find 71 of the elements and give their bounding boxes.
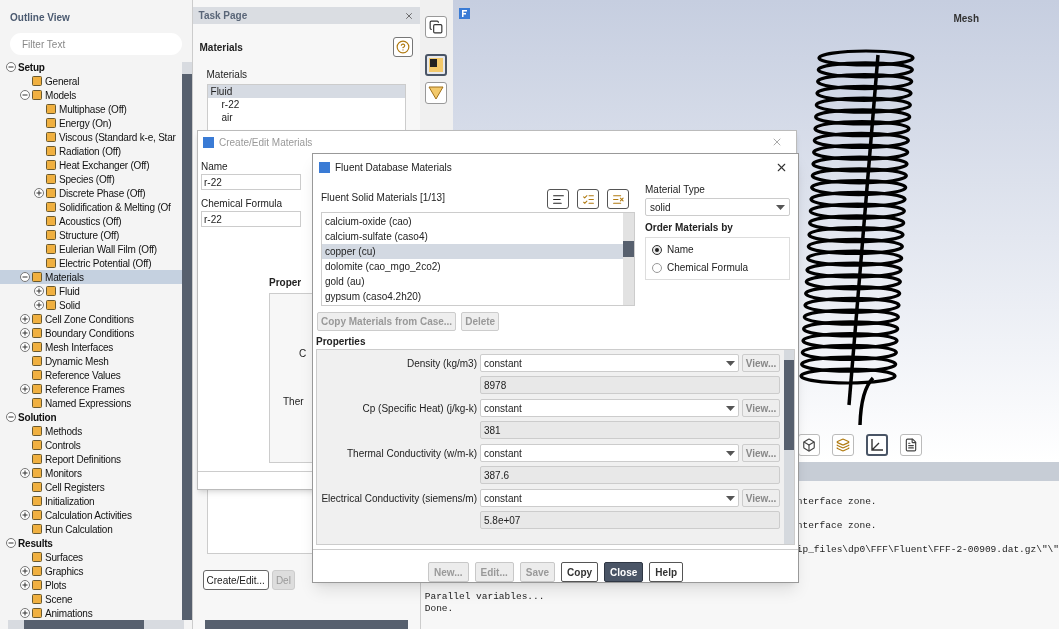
tree-label: Dynamic Mesh (45, 354, 109, 369)
property-value: 8978 (480, 376, 780, 395)
tree-label: Eulerian Wall Film (Off) (59, 242, 157, 257)
option-label: Chemical Formula (667, 261, 749, 276)
property-value: 5.8e+07 (480, 511, 780, 530)
tree-label: Electric Potential (Off) (59, 256, 152, 271)
tree-label: Materials (45, 270, 84, 285)
tree-label: Multiphase (Off) (59, 102, 127, 117)
tree-label: Acoustics (Off) (59, 214, 122, 229)
tree-label: Species (Off) (59, 172, 115, 187)
tree-label: Energy (On) (59, 116, 112, 131)
tree-label: Calculation Activities (45, 508, 132, 523)
tree-label: Animations (45, 606, 93, 620)
tree-label: Methods (45, 424, 82, 439)
tree-label: Radiation (Off) (59, 144, 121, 159)
tree-label: Fluid (59, 284, 80, 299)
property-label: Thermal Conductivity (w/m-k) (345, 446, 477, 461)
tree-label: Report Definitions (45, 452, 121, 467)
task-heading: Materials (199, 40, 243, 55)
tree-label: Solution (18, 410, 57, 425)
dialog-title: Fluent Database Materials (335, 161, 453, 176)
console-line: nterface zone. (796, 520, 877, 532)
field-label: Materials (205, 68, 249, 82)
viewport-title: Mesh (953, 12, 979, 26)
section-heading: Proper (269, 277, 302, 288)
panel-title: Outline View (9, 11, 71, 25)
tree-label: Solid (59, 298, 81, 313)
field-label: Chemical Formula (201, 197, 283, 211)
section-heading: Order Materials by (645, 221, 734, 236)
field-label: Material Type (645, 183, 706, 198)
dialog-title: Create/Edit Materials (219, 135, 314, 150)
tree-label: Reference Values (45, 368, 121, 383)
property-value: 387.6 (480, 466, 780, 485)
tree-label: Initialization (45, 494, 95, 509)
tree-label: Plots (45, 578, 67, 593)
tree-label: Named Expressions (45, 396, 132, 411)
tree-label: Results (18, 536, 53, 551)
tree-label: Surfaces (45, 550, 83, 565)
list-label: Fluent Solid Materials [1/13] (321, 191, 445, 206)
tree-label: Heat Exchanger (Off) (59, 158, 150, 173)
property-label: Density (kg/m3) (406, 356, 477, 371)
tree-label: Graphics (45, 564, 84, 579)
tree-label: Monitors (45, 466, 82, 481)
option-label: Name (667, 243, 694, 258)
tree-label: Reference Frames (45, 382, 125, 397)
tree-label: Discrete Phase (Off) (59, 186, 146, 201)
tree-label: General (45, 74, 80, 89)
tree-label: Setup (18, 60, 45, 75)
console-line: ip_files\dp0\FFF\Fluent\FFF-2-00909.dat.gz\"\" (796, 544, 1059, 556)
tree-label: Viscous (Standard k-e, Star (59, 130, 176, 145)
console-line: nterface zone. (796, 496, 877, 508)
tree-label: Mesh Interfaces (45, 340, 114, 355)
property-label: Ther (283, 395, 304, 409)
tree-label: Scene (45, 592, 73, 607)
section-heading: Properties (315, 335, 367, 350)
tree-label: Cell Registers (45, 480, 105, 495)
tree-label: Structure (Off) (59, 228, 120, 243)
property-label: C (299, 347, 307, 361)
tree-label: Models (45, 88, 77, 103)
panel-title: Task Page (198, 9, 248, 23)
property-label: Cp (Specific Heat) (j/kg-k) (361, 401, 477, 416)
tree-label: Cell Zone Conditions (45, 312, 134, 327)
tree-label: Solidification & Melting (Of (59, 200, 171, 215)
tree-label: Run Calculation (45, 522, 113, 537)
field-label: Name (201, 160, 228, 174)
property-label: Electrical Conductivity (siemens/m) (320, 491, 477, 506)
console-line: Done. (424, 603, 454, 615)
console-line: Parallel variables... (424, 591, 545, 603)
tree-label: Boundary Conditions (45, 326, 135, 341)
property-value: 381 (480, 421, 780, 440)
tree-label: Controls (45, 438, 81, 453)
